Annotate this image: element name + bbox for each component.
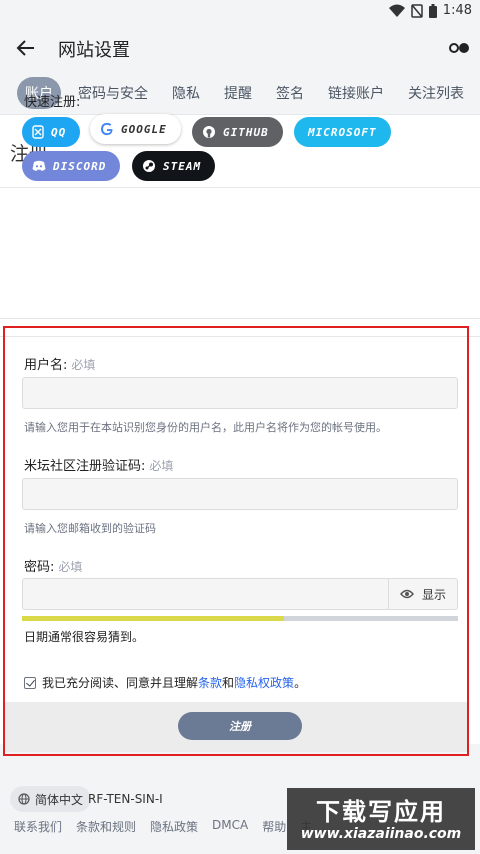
github-login-button[interactable]: GITHUB bbox=[192, 117, 283, 147]
google-icon bbox=[101, 122, 113, 136]
github-icon bbox=[203, 126, 215, 138]
qq-icon bbox=[32, 125, 44, 139]
highlight-box bbox=[3, 326, 469, 756]
toggle-dots-icon[interactable] bbox=[448, 38, 470, 58]
tab-following[interactable]: 关注列表 bbox=[401, 77, 471, 109]
globe-icon bbox=[18, 793, 30, 805]
watermark-url: www.xiazaiinao.com bbox=[300, 826, 462, 842]
tab-password-security[interactable]: 密码与安全 bbox=[71, 77, 155, 109]
discord-icon bbox=[32, 160, 46, 171]
status-icons: 1:48 bbox=[388, 3, 472, 18]
footer-link-privacy[interactable]: 隐私政策 bbox=[150, 818, 198, 835]
status-bar: 1:48 bbox=[0, 0, 480, 24]
steam-login-button[interactable]: STEAM bbox=[132, 151, 216, 181]
no-sim-icon bbox=[411, 3, 423, 18]
divider bbox=[0, 187, 480, 188]
watermark: 下载写应用 www.xiazaiinao.com bbox=[287, 788, 475, 850]
footer-link-terms[interactable]: 条款和规则 bbox=[76, 818, 136, 835]
discord-label: DISCORD bbox=[53, 159, 107, 173]
footer-link-help[interactable]: 帮助 bbox=[262, 818, 286, 835]
language-label: 简体中文 bbox=[35, 792, 84, 807]
tab-linked-accounts[interactable]: 链接账户 bbox=[321, 77, 391, 109]
github-label: GITHUB bbox=[223, 125, 269, 139]
footer-link-dmca[interactable]: DMCA bbox=[212, 818, 248, 835]
app-title: 网站设置 bbox=[58, 40, 130, 61]
microsoft-label: MICROSOFT bbox=[308, 125, 377, 139]
qq-login-button[interactable]: QQ bbox=[22, 117, 81, 147]
tab-signature[interactable]: 签名 bbox=[269, 77, 311, 109]
google-label: GOOGLE bbox=[121, 122, 167, 136]
app-bar: 网站设置 bbox=[0, 24, 480, 72]
footer-links: 联系我们 条款和规则 隐私政策 DMCA 帮助 主 bbox=[14, 818, 312, 835]
tab-privacy[interactable]: 隐私 bbox=[165, 77, 207, 109]
discord-login-button[interactable]: DISCORD bbox=[22, 151, 121, 181]
footer-code: RF-TEN-SIN-I bbox=[88, 792, 163, 806]
back-arrow-icon[interactable] bbox=[12, 34, 40, 62]
battery-icon bbox=[428, 3, 437, 18]
tab-alerts[interactable]: 提醒 bbox=[217, 77, 259, 109]
status-time: 1:48 bbox=[442, 3, 472, 18]
google-login-button[interactable]: GOOGLE bbox=[90, 114, 181, 144]
qq-label: QQ bbox=[51, 125, 67, 139]
divider bbox=[0, 318, 480, 319]
quick-register-label: 快速注册: bbox=[24, 95, 81, 110]
steam-label: STEAM bbox=[163, 159, 202, 173]
language-selector[interactable]: 简体中文 bbox=[10, 786, 92, 812]
microsoft-login-button[interactable]: MICROSOFT bbox=[294, 117, 391, 147]
watermark-title: 下载写应用 bbox=[316, 798, 446, 826]
wifi-icon bbox=[388, 4, 405, 17]
footer-link-contact[interactable]: 联系我们 bbox=[14, 818, 62, 835]
steam-icon bbox=[143, 160, 155, 172]
